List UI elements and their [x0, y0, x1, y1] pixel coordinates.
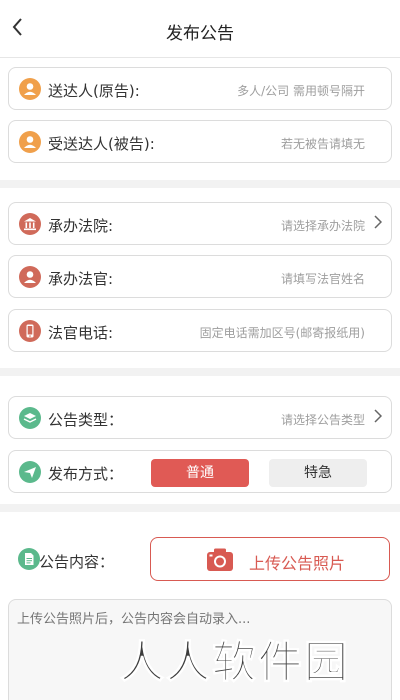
phone-placeholder: 固定电话需加区号(邮寄报纸用): [199, 326, 365, 340]
chevron-right-icon: [374, 408, 383, 427]
person-icon: [19, 131, 41, 153]
notice-section: 公告类型： 请选择公告类型 发布方式： 普通 特急: [0, 376, 400, 504]
camera-icon: [206, 547, 234, 573]
judge-phone-field[interactable]: 法官电话: 固定电话需加区号(邮寄报纸用): [8, 309, 392, 352]
sender-placeholder: 多人/公司 需用顿号隔开: [237, 84, 365, 98]
page-title: 发布公告: [166, 24, 234, 44]
top-bar: 发布公告: [0, 0, 400, 58]
watermark-text: 人人软件园: [120, 637, 350, 689]
court-select[interactable]: 承办法院: 请选择承办法院: [8, 202, 392, 245]
sender-field[interactable]: 送达人(原告): 多人/公司 需用顿号隔开: [8, 67, 392, 110]
content-label: 公告内容：: [39, 553, 115, 571]
person-icon: [19, 78, 41, 100]
receiver-field[interactable]: 受送达人(被告): 若无被告请填无: [8, 120, 392, 163]
layers-icon: [19, 407, 41, 429]
notice-type-select[interactable]: 公告类型： 请选择公告类型: [8, 396, 392, 439]
chevron-right-icon: [374, 214, 383, 233]
sender-label: 送达人(原告):: [48, 82, 140, 100]
person-icon: [19, 266, 41, 288]
phone-icon: [19, 320, 41, 342]
judge-placeholder: 请填写法官姓名: [280, 272, 365, 286]
upload-photo-label: 上传公告照片: [249, 554, 346, 573]
notice-type-placeholder: 请选择公告类型: [280, 413, 365, 427]
judge-label: 承办法官:: [48, 270, 114, 288]
notice-type-label: 公告类型：: [48, 411, 124, 429]
urgent-option-button[interactable]: 特急: [269, 459, 367, 487]
court-section: 承办法院: 请选择承办法院 承办法官: 请填写法官姓名 法官电话: 固定电话需加…: [0, 188, 400, 368]
document-icon: [18, 548, 40, 570]
publish-method-label: 发布方式：: [48, 465, 124, 483]
court-label: 承办法院:: [48, 217, 114, 235]
publish-method-field: 发布方式： 普通 特急: [8, 450, 392, 493]
upload-photo-button[interactable]: 上传公告照片: [150, 537, 390, 581]
court-placeholder: 请选择承办法院: [280, 219, 365, 233]
courthouse-icon: [19, 213, 41, 235]
parties-section: 送达人(原告): 多人/公司 需用顿号隔开 受送达人(被告): 若无被告请填无: [0, 58, 400, 180]
receiver-placeholder: 若无被告请填无: [280, 137, 365, 151]
receiver-label: 受送达人(被告):: [48, 135, 155, 153]
normal-option-button[interactable]: 普通: [151, 459, 249, 487]
judge-field[interactable]: 承办法官: 请填写法官姓名: [8, 255, 392, 298]
phone-label: 法官电话:: [48, 324, 114, 342]
send-icon: [19, 461, 41, 483]
